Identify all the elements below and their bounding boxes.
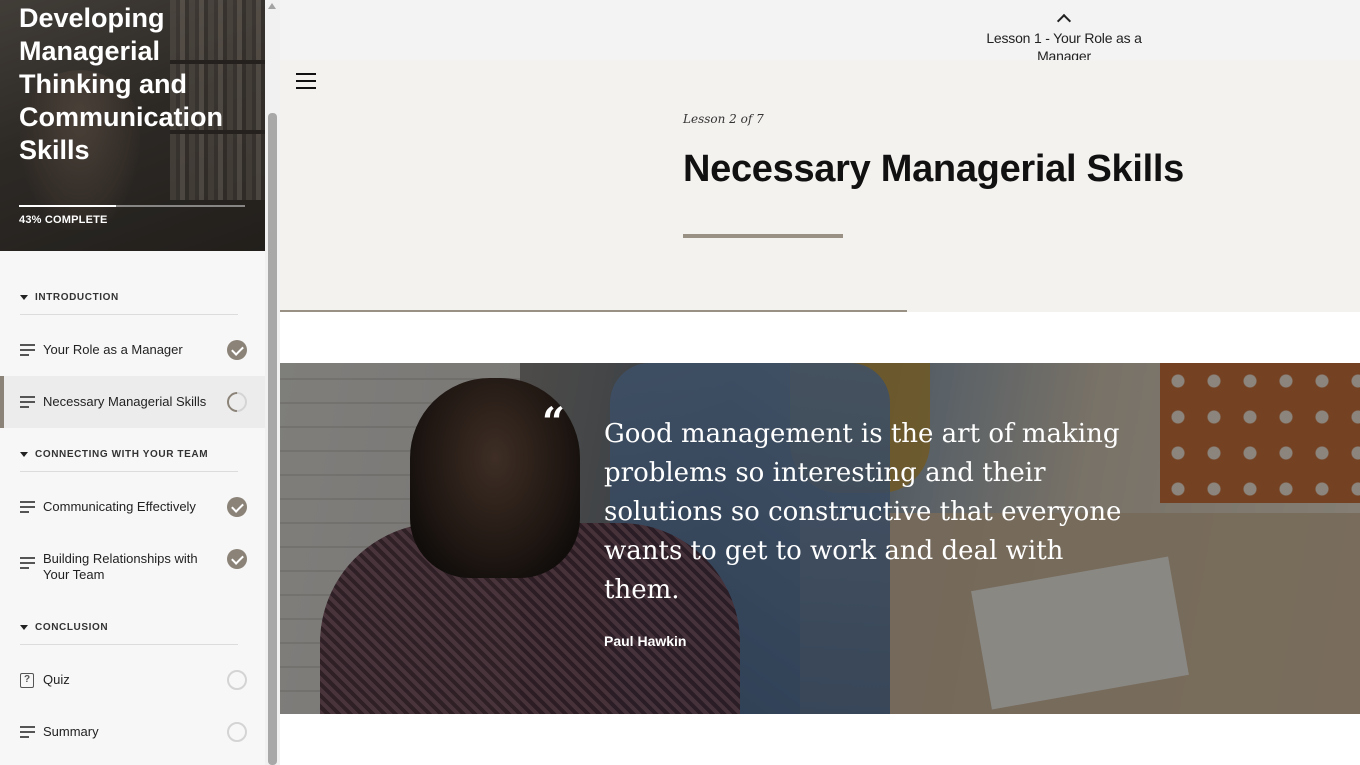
lines-icon [20,557,35,569]
sidebar-item-label: Quiz [43,672,70,687]
course-title: Developing Managerial Thinking and Commu… [19,3,224,165]
sidebar-item-communicating-effectively[interactable]: Communicating Effectively [0,481,265,533]
lines-icon [20,396,35,408]
divider [20,471,238,472]
previous-lesson-link[interactable]: Lesson 1 - Your Role as a Manager [958,8,1170,66]
complete-check-icon [227,340,247,360]
section-label: INTRODUCTION [35,291,119,303]
course-hero-image: Developing Managerial Thinking and Commu… [0,0,265,251]
lesson-title: Necessary Managerial Skills [683,148,1184,190]
hamburger-line [296,80,316,82]
not-started-icon [227,670,247,690]
lines-icon [20,501,35,513]
not-started-icon [227,722,247,742]
scrollbar-thumb[interactable] [268,113,277,765]
scroll-up-arrow-icon[interactable] [268,3,276,9]
section-label: CONNECTING WITH YOUR TEAM [35,448,209,460]
complete-check-icon [227,497,247,517]
sidebar-item-summary[interactable]: Summary [0,706,265,758]
course-sidebar: Developing Managerial Thinking and Commu… [0,0,265,765]
quote-author: Paul Hawkin [604,633,687,649]
sidebar-item-quiz[interactable]: ? Quiz [0,654,265,706]
sidebar-item-your-role-as-a-manager[interactable]: Your Role as a Manager [0,324,265,376]
complete-check-icon [227,549,247,569]
course-progress-label: 43% COMPLETE [19,214,108,226]
quote-text: Good management is the art of making pro… [604,419,1122,605]
previous-lesson-label: Lesson 1 - Your Role as a Manager [986,30,1142,64]
lesson-progress-line [280,310,907,312]
divider [20,644,238,645]
lines-icon [20,726,35,738]
sidebar-scrollbar[interactable] [265,0,280,765]
hamburger-line [296,73,316,75]
lesson-top-nav: Lesson 1 - Your Role as a Manager [280,0,1360,64]
quote-mark-icon: “ [542,399,566,446]
section-toggle-connecting-with-your-team[interactable]: CONNECTING WITH YOUR TEAM [20,445,238,463]
hamburger-line [296,87,316,89]
sidebar-item-label: Necessary Managerial Skills [43,394,207,409]
chevron-up-icon [1056,13,1072,29]
title-divider [683,234,843,238]
lines-icon [20,344,35,356]
section-toggle-conclusion[interactable]: CONCLUSION [20,618,238,636]
caret-down-icon [20,294,28,300]
sidebar-item-label: Your Role as a Manager [43,342,183,357]
divider [20,314,238,315]
sidebar-item-label: Summary [43,724,99,739]
in-progress-icon [222,387,252,417]
quiz-icon: ? [20,672,34,688]
sidebar-item-necessary-managerial-skills[interactable]: Necessary Managerial Skills [0,376,265,428]
sidebar-item-label: Communicating Effectively [43,499,196,514]
sidebar-item-label: Building Relationships with Your Team [43,551,198,582]
lesson-count: Lesson 2 of 7 [683,112,764,126]
quote-block: “ Good management is the art of making p… [280,363,1360,714]
menu-toggle-button[interactable] [292,68,320,96]
section-label: CONCLUSION [35,621,109,633]
lesson-main: Lesson 1 - Your Role as a Manager Lesson… [280,0,1360,765]
course-progress-fill [19,205,117,207]
sidebar-item-building-relationships[interactable]: Building Relationships with Your Team [0,541,265,593]
caret-down-icon [20,451,28,457]
caret-down-icon [20,624,28,630]
course-progress-bar [19,205,245,207]
section-toggle-introduction[interactable]: INTRODUCTION [20,288,238,306]
